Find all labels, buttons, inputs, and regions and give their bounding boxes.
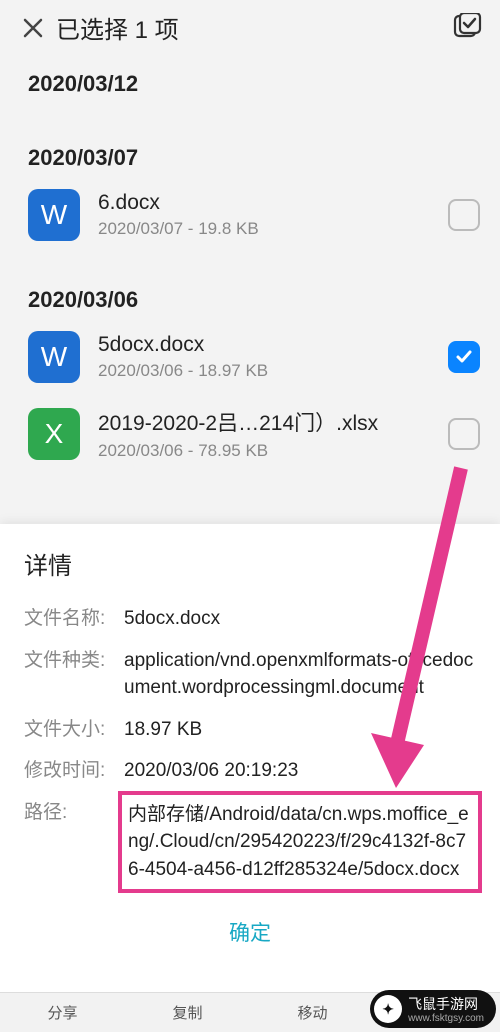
group-date: 2020/03/07 (0, 129, 500, 177)
value-filetype: application/vnd.openxmlformats-officedoc… (124, 647, 476, 702)
file-name: 6.docx (98, 191, 448, 215)
file-meta: 2020/03/06 - 18.97 KB (98, 361, 448, 381)
group-date: 2020/03/06 (0, 271, 500, 319)
value-modified: 2020/03/06 20:19:23 (124, 757, 476, 785)
file-meta: 2020/03/07 - 19.8 KB (98, 219, 448, 239)
watermark-logo-icon: ✦ (374, 995, 402, 1023)
details-sheet: 详情 文件名称: 5docx.docx 文件种类: application/vn… (0, 524, 500, 1032)
info-row-modified: 修改时间: 2020/03/06 20:19:23 (24, 757, 476, 785)
file-info: 5docx.docx 2020/03/06 - 18.97 KB (98, 333, 448, 381)
label-filename: 文件名称: (24, 605, 124, 633)
action-copy[interactable]: 复制 (125, 993, 250, 1032)
watermark-name: 飞鼠手游网 (408, 996, 478, 1012)
label-path: 路径: (24, 799, 124, 886)
label-filesize: 文件大小: (24, 716, 124, 744)
label-filetype: 文件种类: (24, 647, 124, 702)
info-row-path: 路径: 内部存储/Android/data/cn.wps.moffice_eng… (24, 799, 476, 886)
checkbox[interactable] (448, 199, 480, 231)
watermark-url: www.fsktgsy.com (408, 1014, 484, 1024)
excel-file-icon: X (28, 408, 80, 460)
sheet-title: 详情 (24, 546, 476, 581)
group-date: 2020/03/12 (0, 55, 500, 103)
label-modified: 修改时间: (24, 757, 124, 785)
file-row[interactable]: W 5docx.docx 2020/03/06 - 18.97 KB (0, 319, 500, 395)
file-name: 2019-2020-2吕…214门）.xlsx (98, 407, 448, 437)
value-filesize: 18.97 KB (124, 716, 476, 744)
info-row-filetype: 文件种类: application/vnd.openxmlformats-off… (24, 647, 476, 702)
word-file-icon: W (28, 331, 80, 383)
word-file-icon: W (28, 189, 80, 241)
file-name: 5docx.docx (98, 333, 448, 357)
checkbox-checked[interactable] (448, 341, 480, 373)
file-info: 2019-2020-2吕…214门）.xlsx 2020/03/06 - 78.… (98, 407, 448, 461)
value-filename: 5docx.docx (124, 605, 476, 633)
watermark: ✦ 飞鼠手游网 www.fsktgsy.com (370, 990, 496, 1028)
file-row[interactable]: W 6.docx 2020/03/07 - 19.8 KB (0, 177, 500, 253)
close-icon[interactable] (18, 13, 48, 43)
select-all-icon[interactable] (452, 13, 482, 43)
file-row[interactable]: X 2019-2020-2吕…214门）.xlsx 2020/03/06 - 7… (0, 395, 500, 473)
path-highlight-box: 内部存储/Android/data/cn.wps.moffice_eng/.Cl… (118, 791, 482, 894)
confirm-button[interactable]: 确定 (24, 899, 476, 959)
info-row-filesize: 文件大小: 18.97 KB (24, 716, 476, 744)
info-row-filename: 文件名称: 5docx.docx (24, 605, 476, 633)
action-share[interactable]: 分享 (0, 993, 125, 1032)
header: 已选择 1 项 (0, 0, 500, 55)
file-info: 6.docx 2020/03/07 - 19.8 KB (98, 191, 448, 239)
action-move[interactable]: 移动 (250, 993, 375, 1032)
file-meta: 2020/03/06 - 78.95 KB (98, 441, 448, 461)
value-path: 内部存储/Android/data/cn.wps.moffice_eng/.Cl… (124, 799, 476, 886)
header-title: 已选择 1 项 (56, 10, 452, 45)
checkbox[interactable] (448, 418, 480, 450)
